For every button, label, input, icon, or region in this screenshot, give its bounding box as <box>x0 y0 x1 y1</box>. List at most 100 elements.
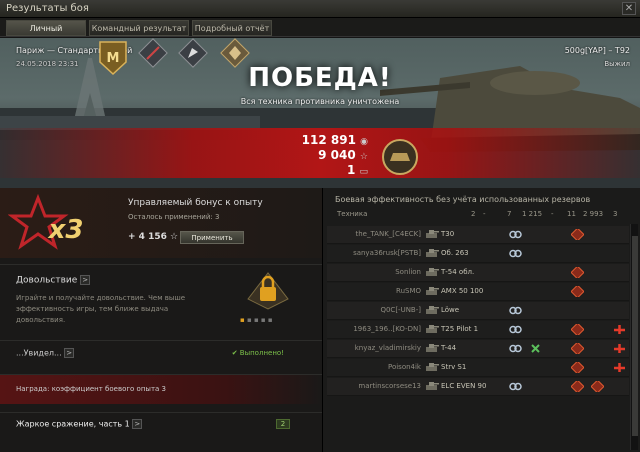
damage-icon[interactable] <box>570 322 585 337</box>
player-name: 1963_196..[KO-DN] <box>353 325 421 333</box>
damage-icon[interactable] <box>570 379 585 394</box>
kill-icon[interactable] <box>613 343 626 354</box>
player-name: knyaz_vladimirskiy <box>354 344 421 352</box>
reward-value: коэффициент боевого опыта 3 <box>51 385 166 393</box>
mastery-m-badge-icon[interactable]: M <box>94 38 132 78</box>
column-value-5: - <box>551 210 554 218</box>
survival-status: Выжил <box>604 60 630 68</box>
satisfaction-section: Довольствие > Играйте и получайте доволь… <box>0 264 322 328</box>
quest-2-arrow-button[interactable]: > <box>132 419 143 429</box>
tank-icon <box>425 342 439 354</box>
red-star-x3-icon: x3 <box>8 194 83 250</box>
efficiency-row[interactable]: 1963_196..[KO-DN] T25 Pilot 1 <box>327 321 629 339</box>
reward-row: Награда: коэффициент боевого опыта 3 <box>0 374 322 404</box>
damage-icon[interactable] <box>570 284 585 299</box>
rewards-values: 112 891 ◉ 9 040 ☆ 1 ▭ <box>268 133 368 178</box>
efficiency-row[interactable]: RuSMO AMX 50 100 <box>327 283 629 301</box>
player-name: the_TANK_[C4ECK] <box>355 230 421 238</box>
bonds-value: 1 <box>346 163 356 177</box>
player-name: RuSMO <box>396 287 421 295</box>
column-value-6: 11 <box>567 210 576 218</box>
window-title: Результаты боя <box>6 3 89 14</box>
efficiency-row[interactable]: Q0C[-UNB-] Löwe <box>327 302 629 320</box>
window-titlebar: Результаты боя ✕ <box>0 0 640 18</box>
personal-result-panel: x3 Управляемый бонус к опыту Осталось пр… <box>0 188 322 452</box>
tank-name: AMX 50 100 <box>441 287 484 295</box>
spotted-icon[interactable] <box>509 305 522 316</box>
credits-icon: ◉ <box>360 137 368 147</box>
tank-icon <box>425 266 439 278</box>
tank-icon <box>425 304 439 316</box>
tank-name: T25 Pilot 1 <box>441 325 479 333</box>
efficiency-scrollbar[interactable] <box>630 224 638 450</box>
tank-icon <box>425 228 439 240</box>
bonds-icon: ▭ <box>359 167 368 177</box>
tank-icon <box>425 247 439 259</box>
scrollbar-thumb[interactable] <box>632 236 638 436</box>
column-vehicle: Техника <box>337 210 368 218</box>
damage-icon[interactable] <box>570 341 585 356</box>
tank-name: Strv S1 <box>441 363 467 371</box>
spotted-icon[interactable] <box>509 381 522 392</box>
battle-result-subtitle: Вся техника противника уничтожена <box>240 97 400 106</box>
spotted-icon[interactable] <box>509 324 522 335</box>
medal-hand-icon[interactable] <box>178 38 208 72</box>
kill-icon[interactable] <box>613 324 626 335</box>
spotted-icon[interactable] <box>509 248 522 259</box>
spotted-icon[interactable] <box>509 343 522 354</box>
damage-icon[interactable] <box>570 360 585 375</box>
player-name: Poison4ik <box>387 363 421 371</box>
tank-icon <box>425 380 439 392</box>
kill-icon[interactable] <box>613 362 626 373</box>
assist-track-icon[interactable] <box>529 343 542 354</box>
efficiency-row[interactable]: sanya36rusk[PSTB] Об. 263 <box>327 245 629 263</box>
tank-name: Об. 263 <box>441 249 469 257</box>
special-medal-icon[interactable] <box>380 135 420 179</box>
column-value-8: 3 <box>613 210 618 218</box>
tank-name: Löwe <box>441 306 460 314</box>
tab-personal-result[interactable]: Личный результат <box>6 20 86 48</box>
column-value-3: 7 <box>507 210 512 218</box>
efficiency-row[interactable]: Sonlion Т-54 обл. <box>327 264 629 282</box>
quest-2-title: Жаркое сражение, часть 1 <box>16 419 130 429</box>
efficiency-column-header: Техника 2 - 7 1 215 - 11 2 993 3 <box>323 210 640 224</box>
player-name: Sonlion <box>395 268 421 276</box>
damage-icon[interactable] <box>570 227 585 242</box>
damage-icon[interactable] <box>590 379 605 394</box>
spotted-icon[interactable] <box>509 229 522 240</box>
column-value-1: 2 <box>471 210 476 218</box>
efficiency-row[interactable]: the_TANK_[C4ECK] T30 <box>327 226 629 244</box>
tank-name: T30 <box>441 230 455 238</box>
xp-bonus-section: x3 Управляемый бонус к опыту Осталось пр… <box>0 188 322 258</box>
efficiency-header: Боевая эффективность без учёта использов… <box>335 195 591 204</box>
battle-datetime: 24.05.2018 23:31 <box>16 60 79 68</box>
satisfaction-arrow-button[interactable]: > <box>80 275 91 285</box>
apply-bonus-button[interactable]: Применить <box>180 231 244 244</box>
medal-diamond-icon[interactable] <box>220 38 250 72</box>
xp-star-icon: ☆ <box>359 152 368 162</box>
efficiency-row[interactable]: martinscorsese13 ELC EVEN 90 <box>327 378 629 396</box>
damage-icon[interactable] <box>570 265 585 280</box>
credits-value: 112 891 <box>301 133 356 147</box>
quest-1-title: ...Увидел... <box>16 348 62 358</box>
efficiency-row[interactable]: Poison4ik Strv S1 <box>327 359 629 377</box>
medal-sniper-icon[interactable] <box>138 38 168 72</box>
quest-2-badge: 2 <box>276 419 290 429</box>
tab-team-result[interactable]: Командный результат <box>89 20 189 36</box>
xp-star-icon: ☆ <box>170 232 179 242</box>
tank-icon <box>425 361 439 373</box>
close-button[interactable]: ✕ <box>622 2 636 15</box>
satisfaction-title: Довольствие <box>16 275 78 286</box>
bonus-title: Управляемый бонус к опыту <box>128 198 263 208</box>
tank-name: Т-54 обл. <box>441 268 475 276</box>
efficiency-panel: Боевая эффективность без учёта использов… <box>322 188 640 452</box>
xp-value: 9 040 <box>318 148 356 162</box>
svg-text:M: M <box>107 51 120 66</box>
quest-1-section: ...Увидел... > ✔ Выполнено! <box>0 340 322 368</box>
quest-1-arrow-button[interactable]: > <box>64 348 75 358</box>
lock-icon <box>247 272 289 310</box>
tank-icon <box>425 323 439 335</box>
player-name: sanya36rusk[PSTB] <box>353 249 421 257</box>
efficiency-row[interactable]: knyaz_vladimirskiy T-44 <box>327 340 629 358</box>
tab-detailed-report[interactable]: Подробный отчёт <box>192 20 272 36</box>
